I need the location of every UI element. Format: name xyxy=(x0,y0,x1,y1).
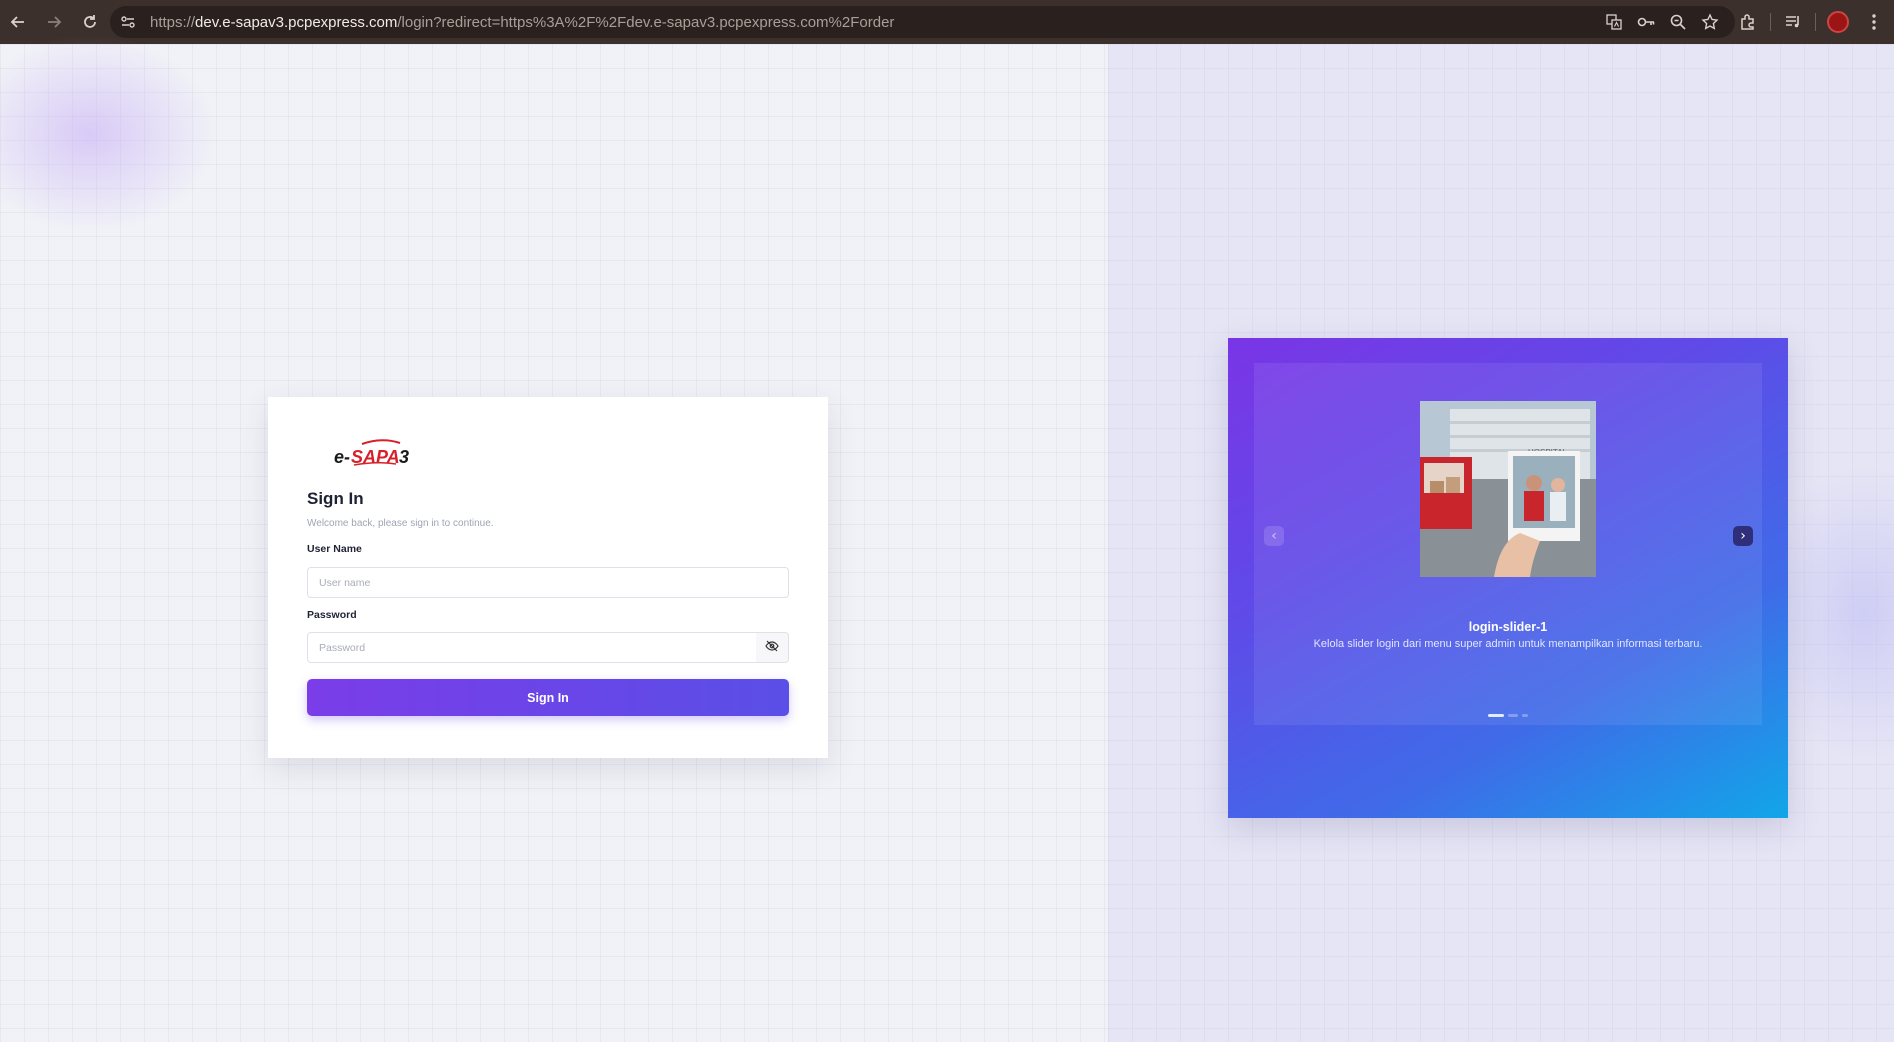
decorative-glow xyxy=(0,34,220,234)
password-label: Password xyxy=(307,609,357,621)
login-page: e- SAPA 3 Sign In Welcome back, please s… xyxy=(0,34,1894,1042)
extensions-icon[interactable] xyxy=(1734,8,1762,36)
url-host: dev.e-sapav3.pcpexpress.com xyxy=(195,13,398,31)
esapa3-logo: e- SAPA 3 xyxy=(332,439,416,469)
svg-text:e-: e- xyxy=(334,447,350,467)
slider-dot-1[interactable] xyxy=(1488,714,1504,717)
slider-dot-3[interactable] xyxy=(1522,714,1528,717)
page-subtitle: Welcome back, please sign in to continue… xyxy=(307,518,494,529)
sign-in-button[interactable]: Sign In xyxy=(307,679,789,716)
menu-icon[interactable] xyxy=(1860,8,1888,36)
browser-toolbar: https://dev.e-sapav3.pcpexpress.com/logi… xyxy=(0,0,1894,44)
login-card: e- SAPA 3 Sign In Welcome back, please s… xyxy=(268,397,828,758)
translate-icon[interactable] xyxy=(1601,9,1627,35)
bookmark-star-icon[interactable] xyxy=(1697,9,1723,35)
url-scheme: https:// xyxy=(150,13,196,31)
slider-next-button[interactable]: › xyxy=(1733,526,1753,546)
username-label: User Name xyxy=(307,543,362,555)
eye-off-icon xyxy=(765,639,779,657)
svg-text:3: 3 xyxy=(399,447,409,467)
password-field-group xyxy=(307,632,789,663)
slide-image: HOSPITAL xyxy=(1420,401,1596,577)
login-slider: HOSPITAL ‹ › xyxy=(1228,338,1788,818)
zoom-icon[interactable] xyxy=(1665,9,1691,35)
toolbar-separator xyxy=(1770,13,1771,31)
username-input[interactable] xyxy=(307,567,789,598)
slide-title: login-slider-1 xyxy=(1468,620,1548,634)
address-bar[interactable]: https://dev.e-sapav3.pcpexpress.com/logi… xyxy=(110,6,1735,38)
toolbar-separator xyxy=(1815,13,1816,31)
slider-viewport: HOSPITAL ‹ › xyxy=(1254,363,1762,725)
slider-prev-button[interactable]: ‹ xyxy=(1264,526,1284,546)
page-title: Sign In xyxy=(307,489,364,508)
site-info-icon[interactable] xyxy=(114,8,142,36)
toggle-password-visibility-button[interactable] xyxy=(756,632,789,663)
media-controls-icon[interactable] xyxy=(1779,8,1807,36)
slider-pagination xyxy=(1254,714,1762,717)
password-input[interactable] xyxy=(307,632,757,663)
chevron-left-icon: ‹ xyxy=(1271,528,1277,544)
url-text[interactable]: https://dev.e-sapav3.pcpexpress.com/logi… xyxy=(150,14,894,31)
url-path: /login?redirect=https%3A%2F%2Fdev.e-sapa… xyxy=(397,13,895,31)
slide-description: Kelola slider login dari menu super admi… xyxy=(1313,638,1703,650)
login-pane: e- SAPA 3 Sign In Welcome back, please s… xyxy=(0,34,1108,1042)
slider-dot-2[interactable] xyxy=(1508,714,1518,717)
profile-avatar[interactable] xyxy=(1824,8,1852,36)
chevron-right-icon: › xyxy=(1740,528,1746,544)
password-key-icon[interactable] xyxy=(1633,9,1659,35)
